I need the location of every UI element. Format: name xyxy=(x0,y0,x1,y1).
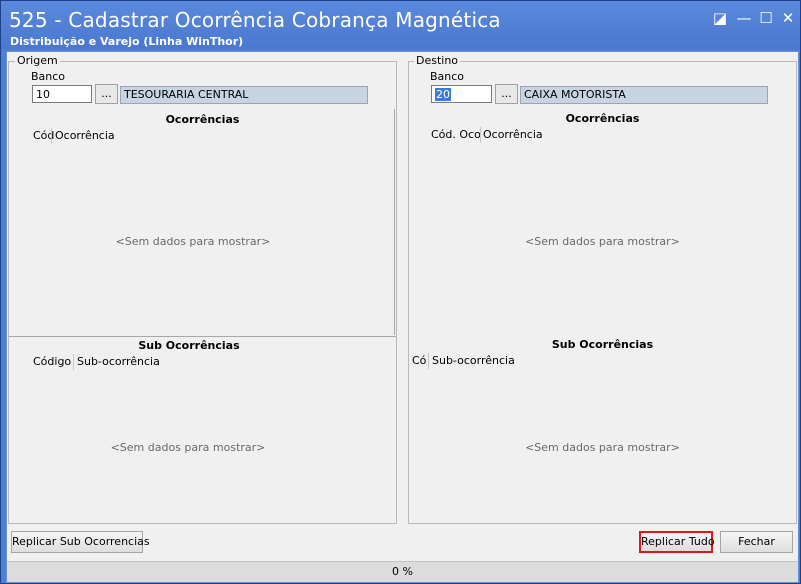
origem-legend: Origem xyxy=(15,54,60,67)
destino-group: Destino Banco 20 ... CAIXA MOTORISTA Oco… xyxy=(408,54,797,524)
restore-icon[interactable]: ◪ xyxy=(710,9,730,27)
origem-banco-browse-button[interactable]: ... xyxy=(95,84,118,104)
origem-sub-empty: <Sem dados para mostrar> xyxy=(110,441,266,454)
destino-banco-input[interactable]: 20 xyxy=(431,85,492,103)
origem-ocorrencias-empty: <Sem dados para mostrar> xyxy=(115,235,271,248)
destino-sub-col-separator xyxy=(428,353,429,369)
client-area: Origem Banco 10 ... TESOURARIA CENTRAL O… xyxy=(6,51,799,583)
title-bar[interactable]: 525 - Cadastrar Ocorrência Cobrança Magn… xyxy=(1,1,800,49)
destino-banco-browse-button[interactable]: ... xyxy=(495,84,518,104)
origem-sub-col-separator xyxy=(73,354,74,370)
destino-sub-col-codigo[interactable]: Có xyxy=(412,354,426,367)
origem-sub-col-codigo[interactable]: Código xyxy=(33,355,71,368)
maximize-icon[interactable]: ☐ xyxy=(756,9,776,27)
origem-grid-border xyxy=(394,109,395,335)
origem-col-separator xyxy=(51,128,52,144)
destino-col-separator xyxy=(480,127,481,143)
origem-sub-title: Sub Ocorrências xyxy=(138,339,240,352)
minimize-icon[interactable]: — xyxy=(734,9,754,27)
replicar-tudo-button[interactable]: Replicar Tudo xyxy=(639,531,715,553)
destino-sub-title: Sub Ocorrências xyxy=(551,338,654,351)
fechar-button[interactable]: Fechar xyxy=(720,531,793,553)
destino-banco-value: 20 xyxy=(435,88,451,101)
close-icon[interactable]: ✕ xyxy=(778,9,798,27)
origem-splitter[interactable] xyxy=(9,336,396,337)
destino-legend: Destino xyxy=(414,54,461,67)
destino-banco-nome: CAIXA MOTORISTA xyxy=(520,86,768,104)
app-window: 525 - Cadastrar Ocorrência Cobrança Magn… xyxy=(0,0,801,584)
replicar-sub-button[interactable]: Replicar Sub Ocorrencias xyxy=(11,531,150,553)
window-title: 525 - Cadastrar Ocorrência Cobrança Magn… xyxy=(9,8,501,32)
origem-banco-nome: TESOURARIA CENTRAL xyxy=(120,86,368,104)
destino-banco-label: Banco xyxy=(430,70,465,83)
destino-col-codigo[interactable]: Cód. Oco xyxy=(431,128,481,141)
origem-banco-label: Banco xyxy=(31,70,66,83)
origem-banco-input[interactable]: 10 xyxy=(32,85,92,103)
origem-col-ocorrencia[interactable]: Ocorrência xyxy=(55,129,115,142)
status-bar: 0 % xyxy=(7,561,798,582)
destino-ocorrencias-title: Ocorrências xyxy=(565,112,640,125)
destino-ocorrencias-empty: <Sem dados para mostrar> xyxy=(525,235,680,248)
destino-sub-col-sub[interactable]: Sub-ocorrência xyxy=(432,354,515,367)
origem-sub-col-sub[interactable]: Sub-ocorrência xyxy=(77,355,160,368)
origem-group: Origem Banco 10 ... TESOURARIA CENTRAL O… xyxy=(8,54,397,524)
origem-ocorrencias-title: Ocorrências xyxy=(165,113,240,126)
destino-sub-empty: <Sem dados para mostrar> xyxy=(525,441,680,454)
destino-col-ocorrencia[interactable]: Ocorrência xyxy=(483,128,543,141)
progress-text: 0 % xyxy=(392,565,413,578)
window-subtitle: Distribuição e Varejo (Linha WinThor) xyxy=(10,35,244,48)
